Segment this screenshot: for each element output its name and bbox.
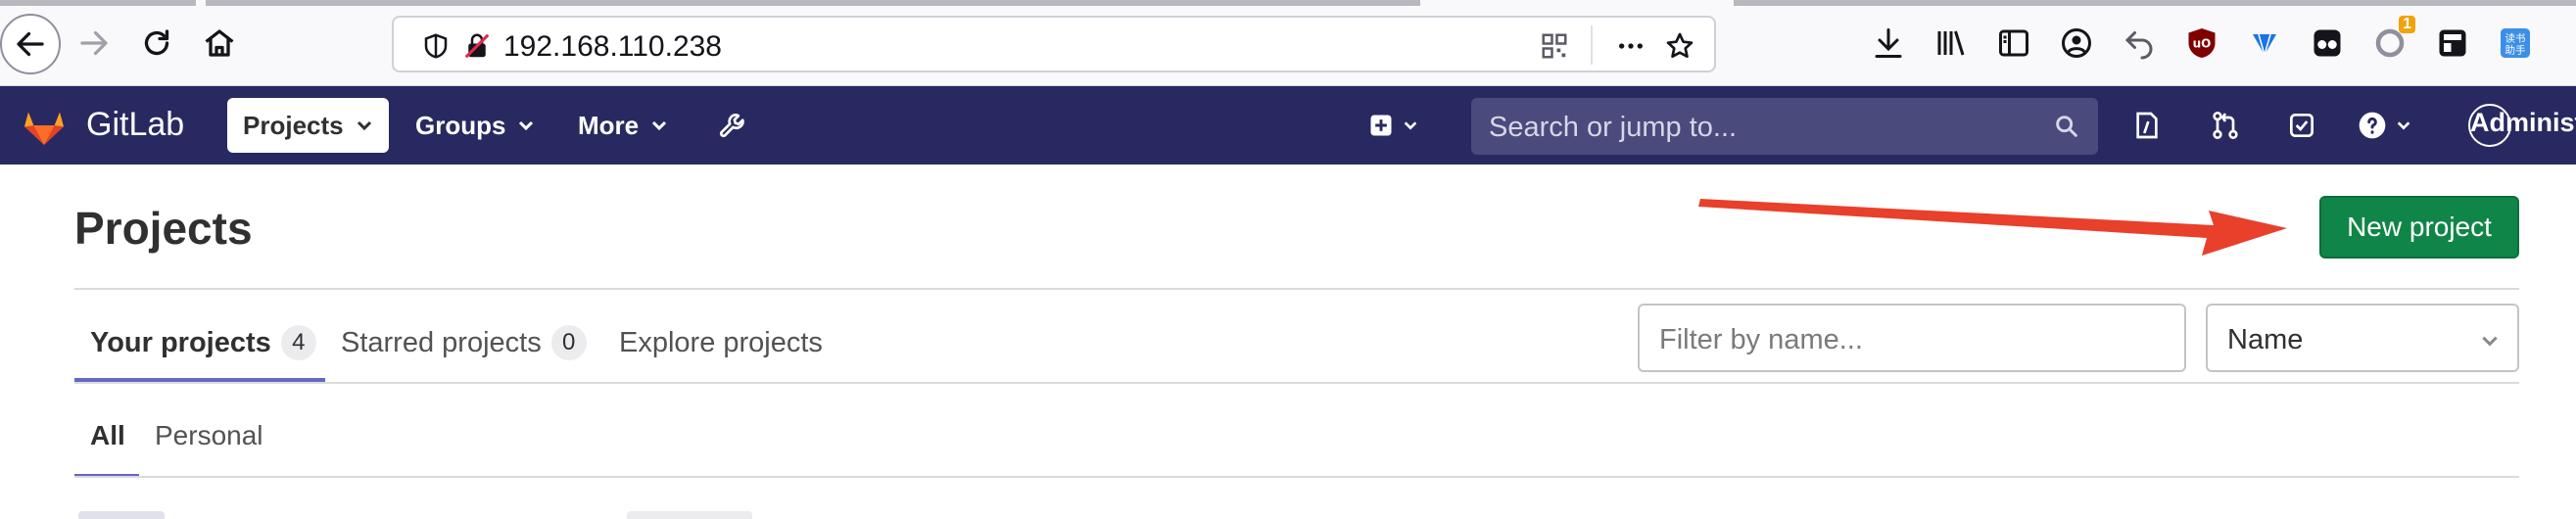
forward-button[interactable]	[63, 12, 125, 74]
gitlab-logo-icon[interactable]	[20, 102, 69, 149]
page-title: Projects	[74, 203, 253, 254]
forward-icon	[80, 30, 108, 56]
svg-text:读书: 读书	[2505, 32, 2526, 45]
chevron-down-icon	[2397, 121, 2410, 130]
url-text[interactable]: 192.168.110.238	[503, 30, 722, 64]
tab-label: Explore projects	[619, 326, 823, 358]
nav-projects[interactable]: Projects	[227, 98, 389, 153]
filter-by-name-input[interactable]: Filter by name...	[1638, 304, 2186, 372]
chevron-down-icon	[357, 120, 371, 131]
project-avatar	[78, 511, 165, 519]
divider	[74, 288, 2519, 290]
filter-placeholder: Filter by name...	[1659, 324, 1863, 355]
extension-calc-icon[interactable]	[2433, 24, 2472, 63]
tab-count-badge: 0	[550, 325, 587, 360]
download-icon[interactable]	[1869, 24, 1908, 63]
new-project-button[interactable]: New project	[2319, 196, 2519, 259]
divider	[74, 382, 2519, 384]
qr-code-icon[interactable]	[1538, 29, 1571, 63]
tab-explore-projects[interactable]: Explore projects	[619, 304, 823, 382]
reader-label: 读书助手	[2501, 28, 2530, 58]
browser-toolbar: 192.168.110.238 uO 1 读书 助手	[0, 0, 2576, 86]
sort-select[interactable]: Name	[2206, 304, 2519, 372]
extension-badge-icon[interactable]: 1	[2370, 16, 2415, 63]
star-icon[interactable]	[1663, 29, 1696, 63]
svg-text:助手: 助手	[2505, 44, 2526, 57]
plus-square-icon	[1370, 115, 1392, 136]
sidebar-icon[interactable]	[1994, 24, 2033, 63]
divider	[74, 476, 2519, 478]
gitlab-brand[interactable]: GitLab	[86, 106, 184, 144]
more-icon[interactable]	[1614, 29, 1647, 63]
chevron-down-icon	[519, 120, 534, 131]
nav-groups-label: Groups	[415, 110, 506, 140]
url-bar[interactable]: 192.168.110.238	[392, 16, 1716, 72]
nav-groups[interactable]: Groups	[400, 98, 550, 153]
svg-text:uO: uO	[2193, 37, 2212, 51]
admin-wrench-icon[interactable]	[715, 108, 750, 143]
insecure-lock-icon[interactable]	[460, 29, 494, 63]
gitlab-navbar: GitLab Projects Groups More Search or ju…	[0, 86, 2576, 165]
tab-strip	[1734, 0, 2576, 6]
shield-icon[interactable]	[419, 29, 453, 63]
back-button[interactable]	[0, 14, 61, 74]
extension-glasses-icon[interactable]	[2308, 24, 2347, 63]
back-icon	[17, 31, 44, 57]
chevron-down-icon	[2482, 336, 2498, 347]
extension-badge-count: 1	[2399, 16, 2415, 33]
reload-button[interactable]	[125, 12, 188, 74]
search-icon	[2056, 116, 2077, 137]
home-icon	[205, 29, 234, 57]
nav-more-label: More	[578, 110, 640, 140]
tab-count-badge: 4	[280, 325, 316, 360]
search-placeholder: Search or jump to...	[1489, 112, 1738, 143]
help-dropdown[interactable]	[2355, 108, 2413, 143]
sort-value: Name	[2227, 324, 2304, 355]
account-icon[interactable]	[2057, 24, 2096, 63]
subtab-all[interactable]: All	[90, 401, 125, 470]
user-name[interactable]: Administrator	[2470, 108, 2576, 138]
tab-strip	[206, 0, 1420, 6]
home-button[interactable]	[188, 12, 251, 74]
extension-diamond-icon[interactable]	[2245, 24, 2284, 63]
todo-icon[interactable]	[2284, 108, 2319, 143]
nav-more[interactable]: More	[562, 98, 684, 153]
chevron-down-icon	[1404, 121, 1417, 130]
library-icon[interactable]	[1932, 24, 1971, 63]
annotation-arrow	[1698, 199, 2287, 256]
ublock-icon[interactable]: uO	[2182, 24, 2221, 63]
subtab-personal[interactable]: Personal	[155, 401, 263, 470]
undo-icon[interactable]	[2120, 24, 2159, 63]
global-search-input[interactable]: Search or jump to...	[1471, 98, 2098, 155]
tab-strip	[0, 0, 196, 6]
url-separator	[1591, 25, 1593, 65]
new-dropdown-button[interactable]	[1363, 108, 1422, 143]
help-icon	[2359, 112, 2386, 139]
merge-request-icon[interactable]	[2208, 108, 2243, 143]
nav-projects-label: Projects	[243, 110, 344, 140]
tab-your-projects[interactable]: Your projects 4	[90, 304, 316, 382]
issues-icon[interactable]	[2129, 108, 2165, 143]
project-badge	[627, 511, 752, 519]
tab-label: Your projects	[90, 326, 271, 358]
reload-icon	[144, 29, 169, 56]
tab-starred-projects[interactable]: Starred projects 0	[341, 304, 587, 382]
tab-label: Starred projects	[341, 326, 542, 358]
chevron-down-icon	[652, 120, 667, 131]
extension-reader-icon[interactable]: 读书 助手	[2496, 24, 2535, 63]
